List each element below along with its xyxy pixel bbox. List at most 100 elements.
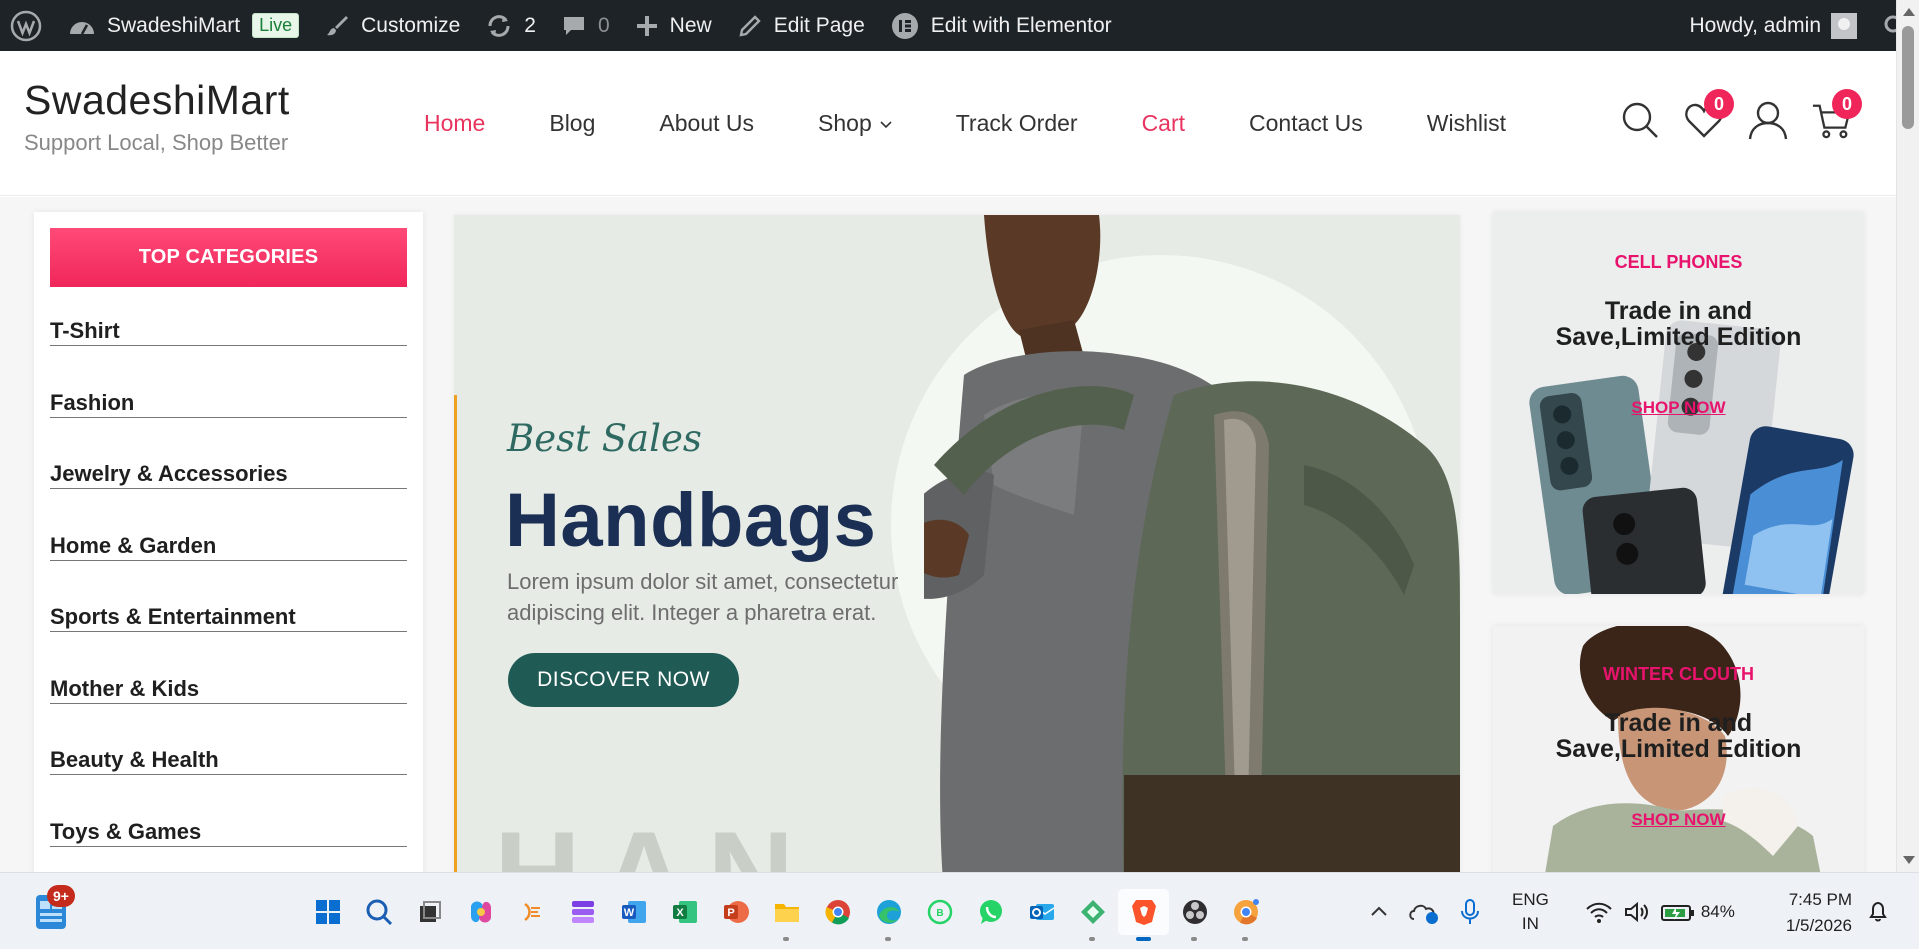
discover-now-button[interactable]: DISCOVER NOW [508, 653, 739, 707]
volume-icon [1624, 901, 1648, 923]
excel-button[interactable]: X [659, 889, 710, 935]
user-icon [1748, 101, 1788, 140]
outlook-button[interactable] [1016, 889, 1067, 935]
category-label: Jewelry & Accessories [50, 461, 407, 489]
refresh-icon [488, 14, 510, 37]
show-hidden-icons-button[interactable] [1370, 903, 1388, 921]
whatsapp-business-button[interactable]: B [914, 889, 965, 935]
running-indicator [783, 937, 789, 941]
category-item[interactable]: T-Shirt [50, 318, 407, 390]
task-view-button[interactable] [404, 889, 455, 935]
taskbar-search-button[interactable] [353, 889, 404, 935]
start-button[interactable] [302, 889, 353, 935]
wordpress-menu[interactable] [0, 0, 56, 51]
quick-settings-button[interactable]: 84% [1585, 900, 1735, 924]
edit-elementor-label: Edit with Elementor [930, 13, 1112, 37]
my-account-menu[interactable]: Howdy, admin [1677, 0, 1871, 51]
nav-cart[interactable]: Cart [1142, 110, 1185, 137]
running-indicator [1242, 937, 1248, 941]
powerpoint-button[interactable]: P [710, 889, 761, 935]
nav-home[interactable]: Home [424, 110, 485, 137]
updates-link[interactable]: 2 [473, 0, 549, 51]
header-cart-button[interactable]: 0 [1812, 89, 1862, 141]
stack-icon [571, 901, 594, 923]
hero-title: Handbags [505, 478, 877, 563]
site-title[interactable]: SwadeshiMart [24, 77, 290, 124]
header-wishlist-button[interactable]: 0 [1684, 89, 1734, 141]
shop-now-link[interactable]: SHOP NOW [1493, 810, 1864, 830]
nav-about-us[interactable]: About Us [659, 110, 754, 137]
category-item[interactable]: Sports & Entertainment [50, 604, 407, 676]
category-label: Beauty & Health [50, 747, 407, 775]
category-item[interactable]: Fashion [50, 390, 407, 462]
taskbar-app[interactable] [557, 889, 608, 935]
category-label: Fashion [50, 390, 407, 418]
clock-button[interactable]: 7:45 PM 1/5/2026 [1760, 887, 1852, 939]
word-button[interactable]: W [608, 889, 659, 935]
promo-title-line-2: Save,Limited Edition [1555, 735, 1802, 763]
taskbar-app[interactable] [506, 889, 557, 935]
nav-track-order[interactable]: Track Order [956, 110, 1078, 137]
hero-watermark-text: HAN [494, 805, 814, 872]
wifi-icon [1586, 902, 1612, 923]
chrome-canary-button[interactable] [1220, 889, 1271, 941]
scroll-down-arrow[interactable] [1903, 856, 1915, 864]
microphone-button[interactable] [1460, 899, 1480, 925]
hero-banner[interactable]: HAN Best Sales Handbags Lorem ipsum dolo… [454, 215, 1460, 872]
chevron-down-icon [880, 120, 892, 128]
edge-button[interactable] [863, 889, 914, 941]
category-item[interactable]: Home & Garden [50, 533, 407, 605]
input-language-button[interactable]: ENG IN [1512, 888, 1549, 936]
obs-button[interactable] [1169, 889, 1220, 941]
category-list: T-Shirt Fashion Jewelry & Accessories Ho… [50, 318, 407, 872]
promo-card-winter-clothes[interactable]: WINTER CLOUTH Trade in and Save,Limited … [1493, 626, 1864, 872]
promo-card-cell-phones[interactable]: CELL PHONES Trade in and Save,Limited Ed… [1493, 212, 1864, 594]
category-item[interactable]: Mother & Kids [50, 676, 407, 748]
cloud-sync-icon [1409, 904, 1438, 924]
category-item[interactable]: Beauty & Health [50, 747, 407, 819]
scroll-up-arrow[interactable] [1903, 8, 1915, 16]
hero-accent-stripe [454, 395, 457, 872]
hero-model-with-backpack-image [924, 215, 1460, 872]
header-icons: 0 0 [1620, 89, 1876, 141]
header-search-button[interactable] [1620, 99, 1660, 141]
whatsapp-button[interactable] [965, 889, 1016, 935]
onedrive-button[interactable] [1408, 899, 1440, 925]
comments-link[interactable]: 0 [549, 0, 623, 51]
dashboard-icon [70, 21, 94, 35]
brave-button[interactable] [1118, 889, 1169, 941]
taskbar-app[interactable] [1067, 889, 1118, 941]
nav-wishlist[interactable]: Wishlist [1427, 110, 1506, 137]
new-content-menu[interactable]: New [623, 0, 725, 51]
nav-blog[interactable]: Blog [549, 110, 595, 137]
copilot-button[interactable] [455, 889, 506, 935]
site-name-menu[interactable]: SwadeshiMart Live [56, 0, 312, 51]
word-icon: W [621, 901, 646, 923]
plus-icon [636, 15, 657, 36]
updates-count: 2 [524, 13, 536, 37]
avatar [1831, 12, 1857, 39]
page-scrollbar[interactable] [1896, 0, 1919, 872]
edit-with-elementor-link[interactable]: Edit with Elementor [878, 0, 1125, 51]
active-indicator [1136, 937, 1151, 941]
live-badge: Live [252, 13, 300, 38]
category-item[interactable]: Toys & Games [50, 819, 407, 873]
windows-taskbar: 9+ W X P B ENG IN 84% 7:45 PM 1/5/2026 [0, 872, 1919, 949]
shop-now-link[interactable]: SHOP NOW [1493, 398, 1864, 418]
promo-title: Trade in and Save,Limited Edition [1493, 710, 1864, 762]
main-navigation: Home Blog About Us Shop Track Order Cart… [424, 51, 1570, 196]
header-account-button[interactable] [1748, 99, 1788, 141]
nav-contact-us[interactable]: Contact Us [1249, 110, 1363, 137]
svg-text:W: W [623, 907, 634, 919]
brave-icon [1131, 900, 1156, 925]
edit-page-link[interactable]: Edit Page [725, 0, 878, 51]
chrome-icon [824, 900, 850, 925]
notification-bell-icon[interactable] [1866, 899, 1890, 923]
customize-link[interactable]: Customize [312, 0, 473, 51]
category-item[interactable]: Jewelry & Accessories [50, 461, 407, 533]
file-explorer-button[interactable] [761, 889, 812, 941]
chrome-button[interactable] [812, 889, 863, 935]
nav-shop[interactable]: Shop [818, 110, 892, 137]
site-name: SwadeshiMart [107, 13, 241, 37]
scroll-thumb[interactable] [1902, 26, 1914, 129]
